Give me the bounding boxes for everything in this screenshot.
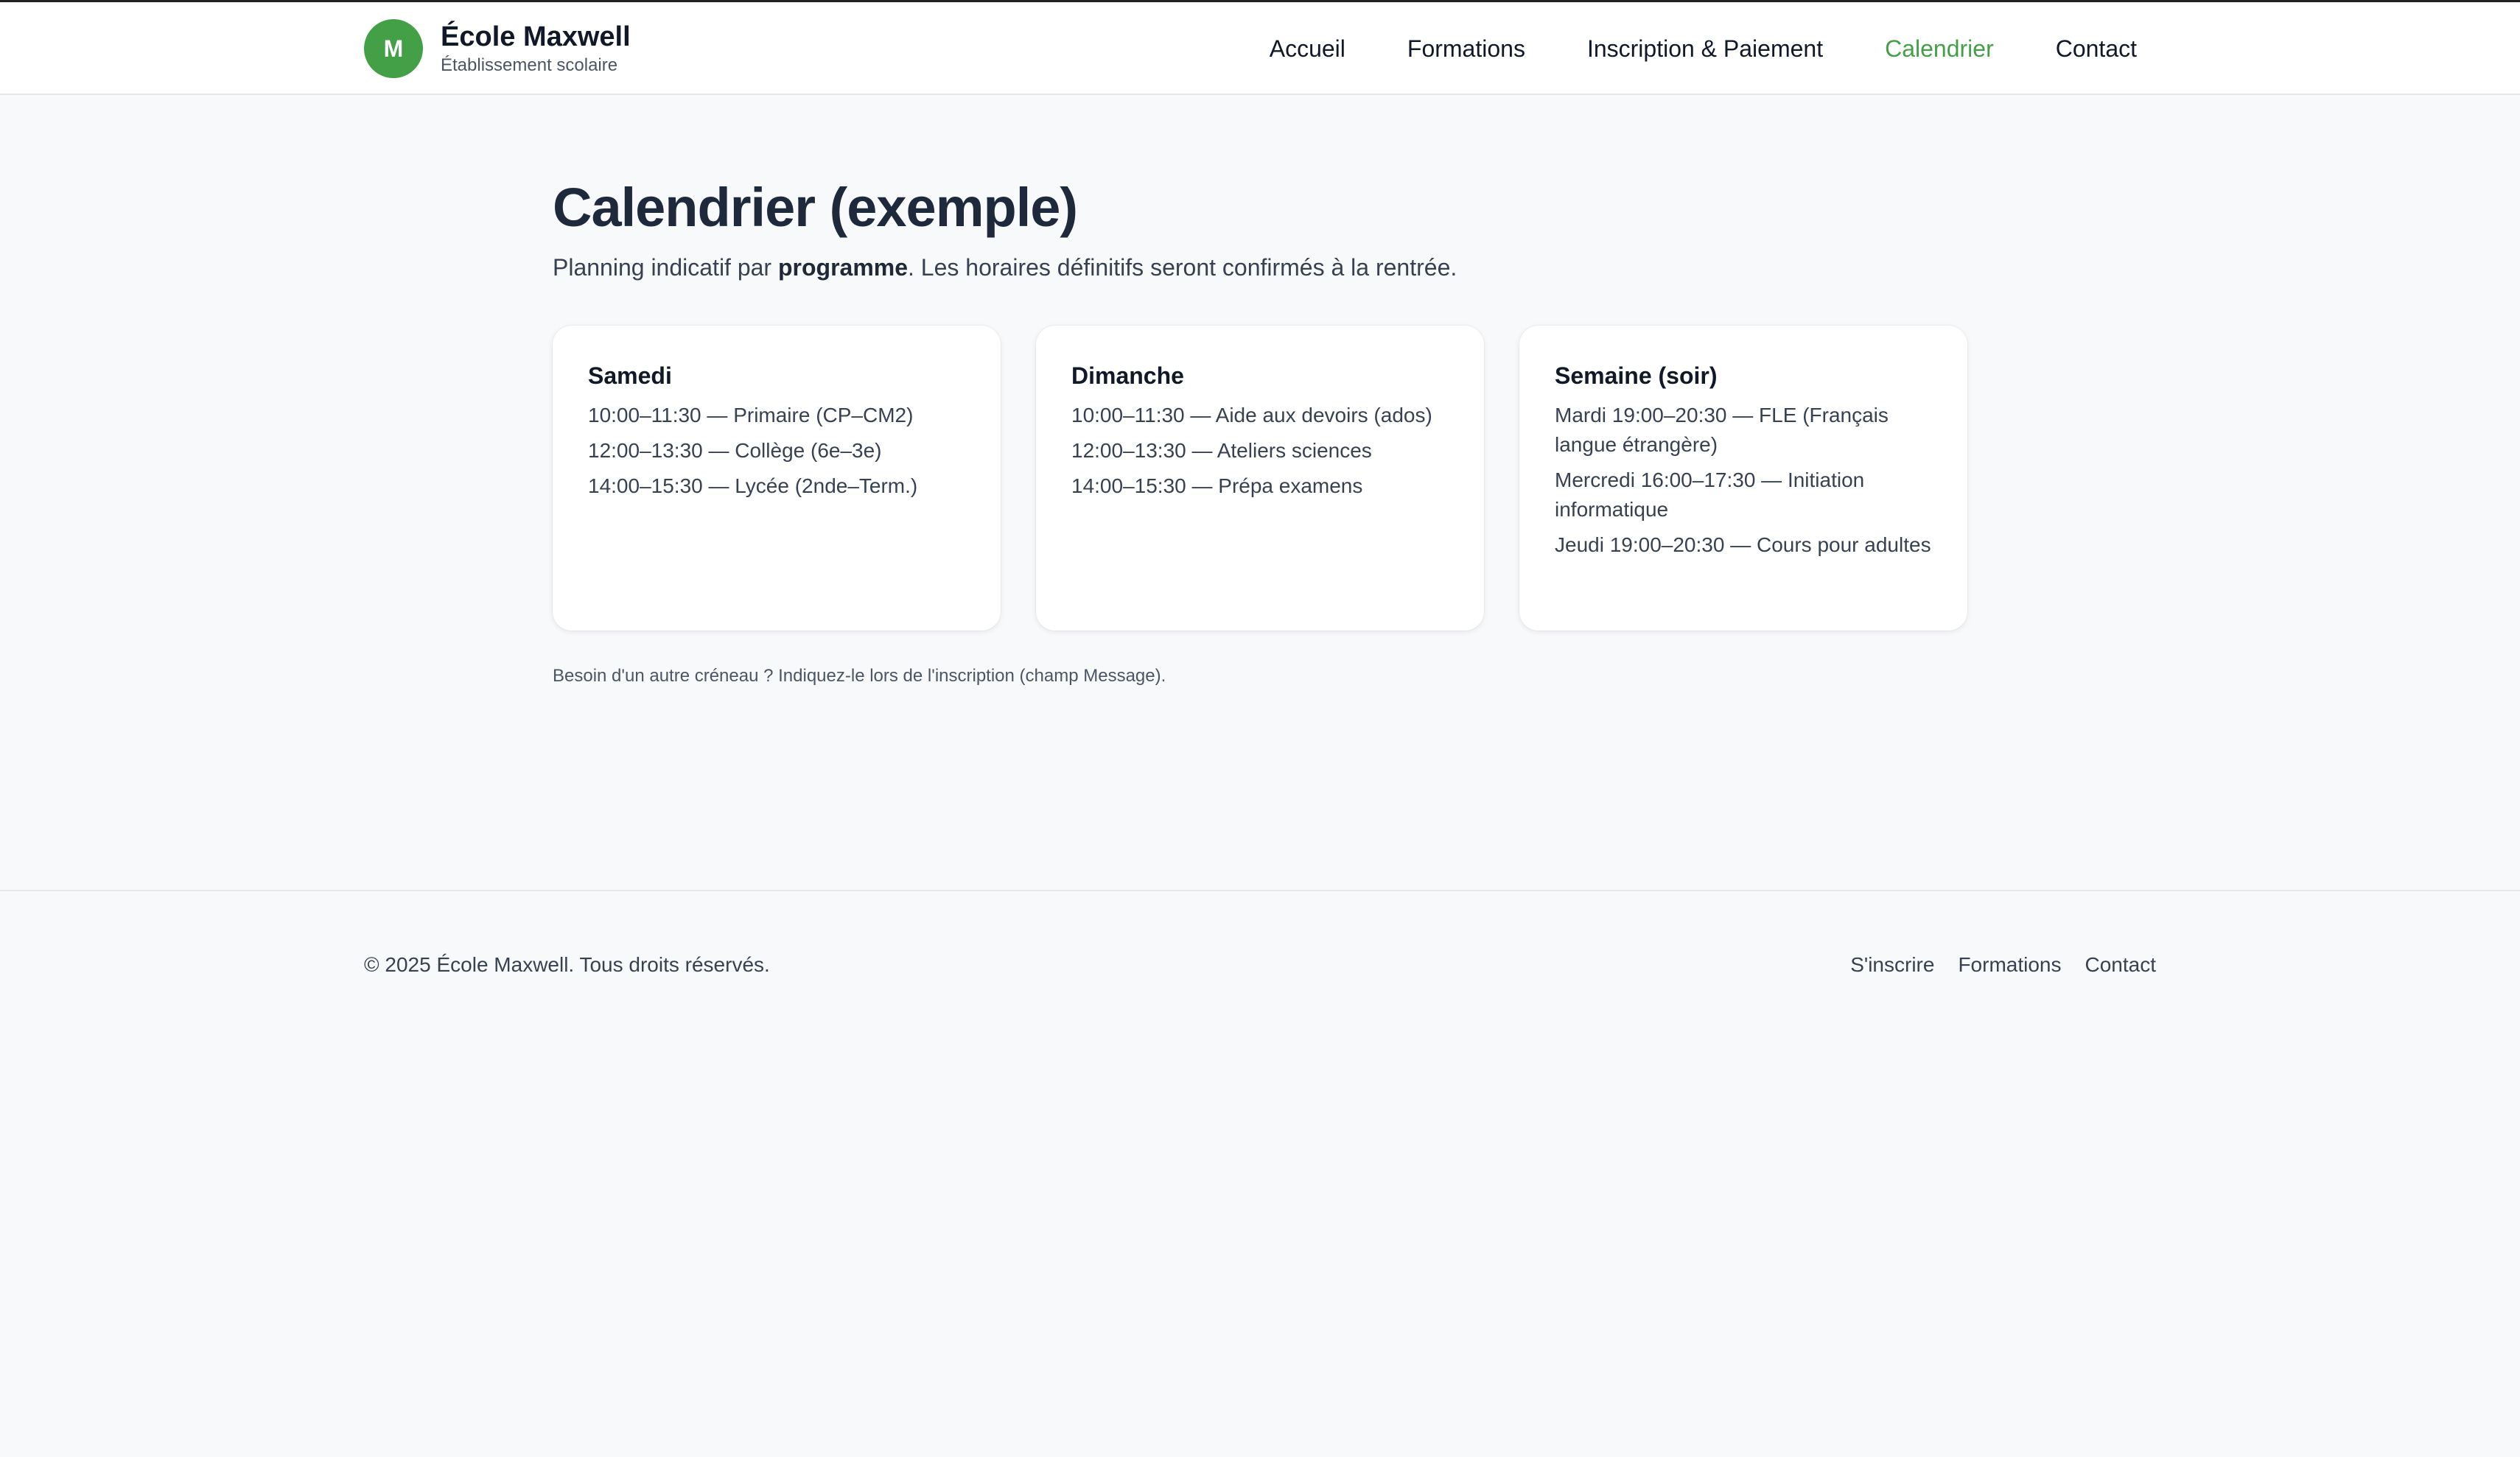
schedule-item: 12:00–13:30 — Collège (6e–3e) <box>588 439 882 462</box>
card-title: Semaine (soir) <box>1555 362 1718 389</box>
intro-text: Planning indicatif par programme. Les ho… <box>553 252 1967 283</box>
nav-formations[interactable]: Formations <box>1407 35 1525 63</box>
site-footer: © 2025 École Maxwell. Tous droits réserv… <box>0 890 2520 1008</box>
schedule-list: 10:00–11:30 — Primaire (CP–CM2) 12:00–13… <box>588 401 965 501</box>
school-subtitle: Établissement scolaire <box>441 55 618 75</box>
brand-text: École Maxwell Établissement scolaire <box>441 21 631 77</box>
intro-text-bold: programme <box>777 254 909 281</box>
schedule-item: Mardi 19:00–20:30 — FLE (Français langue… <box>1555 404 1889 456</box>
intro-text-start: Planning indicatif par <box>553 254 778 281</box>
main-nav: Accueil Formations Inscription & Paiemen… <box>1270 2 2137 95</box>
copyright: © 2025 École Maxwell. Tous droits réserv… <box>364 953 770 976</box>
nav-inscription-paiement[interactable]: Inscription & Paiement <box>1587 35 1823 63</box>
nav-accueil[interactable]: Accueil <box>1270 35 1345 63</box>
card-samedi: Samedi 10:00–11:30 — Primaire (CP–CM2) 1… <box>553 326 1001 631</box>
card-title: Samedi <box>588 362 672 389</box>
schedule-list: Mardi 19:00–20:30 — FLE (Français langue… <box>1555 401 1932 560</box>
schedule-list: 10:00–11:30 — Aide aux devoirs (ados) 12… <box>1071 401 1449 501</box>
nav-contact[interactable]: Contact <box>2056 35 2137 63</box>
brand[interactable]: M École Maxwell Établissement scolaire <box>364 18 631 79</box>
schedule-item: 12:00–13:30 — Ateliers sciences <box>1071 439 1372 462</box>
footer-link-contact[interactable]: Contact <box>2085 953 2157 977</box>
schedule-item: 14:00–15:30 — Prépa examens <box>1071 474 1363 497</box>
schedule-item: 10:00–11:30 — Aide aux devoirs (ados) <box>1071 404 1432 426</box>
card-semaine-soir: Semaine (soir) Mardi 19:00–20:30 — FLE (… <box>1519 326 1967 631</box>
schedule-item: Jeudi 19:00–20:30 — Cours pour adultes <box>1555 533 1931 556</box>
schedule-item: Mercredi 16:00–17:30 — Initiation inform… <box>1555 468 1865 521</box>
schedule-item: 10:00–11:30 — Primaire (CP–CM2) <box>588 404 914 426</box>
schedule-cards: Samedi 10:00–11:30 — Primaire (CP–CM2) 1… <box>553 326 1967 631</box>
footer-link-inscrire[interactable]: S'inscrire <box>1850 953 1934 977</box>
school-name: École Maxwell <box>441 21 631 52</box>
footer-links: S'inscrire Formations Contact <box>1850 953 2156 977</box>
logo-badge: M <box>364 19 423 78</box>
nav-calendrier[interactable]: Calendrier <box>1885 35 1994 63</box>
schedule-note: Besoin d'un autre créneau ? Indiquez-le … <box>553 666 1166 686</box>
card-title: Dimanche <box>1071 362 1184 389</box>
page-title: Calendrier (exemple) <box>553 177 1078 238</box>
card-dimanche: Dimanche 10:00–11:30 — Aide aux devoirs … <box>1036 326 1484 631</box>
main-content: Calendrier (exemple) Planning indicatif … <box>553 177 1967 686</box>
site-header: M École Maxwell Établissement scolaire A… <box>0 2 2520 95</box>
intro-text-end: . Les horaires définitifs seront confirm… <box>908 254 1457 281</box>
footer-link-formations[interactable]: Formations <box>1958 953 2061 977</box>
schedule-item: 14:00–15:30 — Lycée (2nde–Term.) <box>588 474 918 497</box>
